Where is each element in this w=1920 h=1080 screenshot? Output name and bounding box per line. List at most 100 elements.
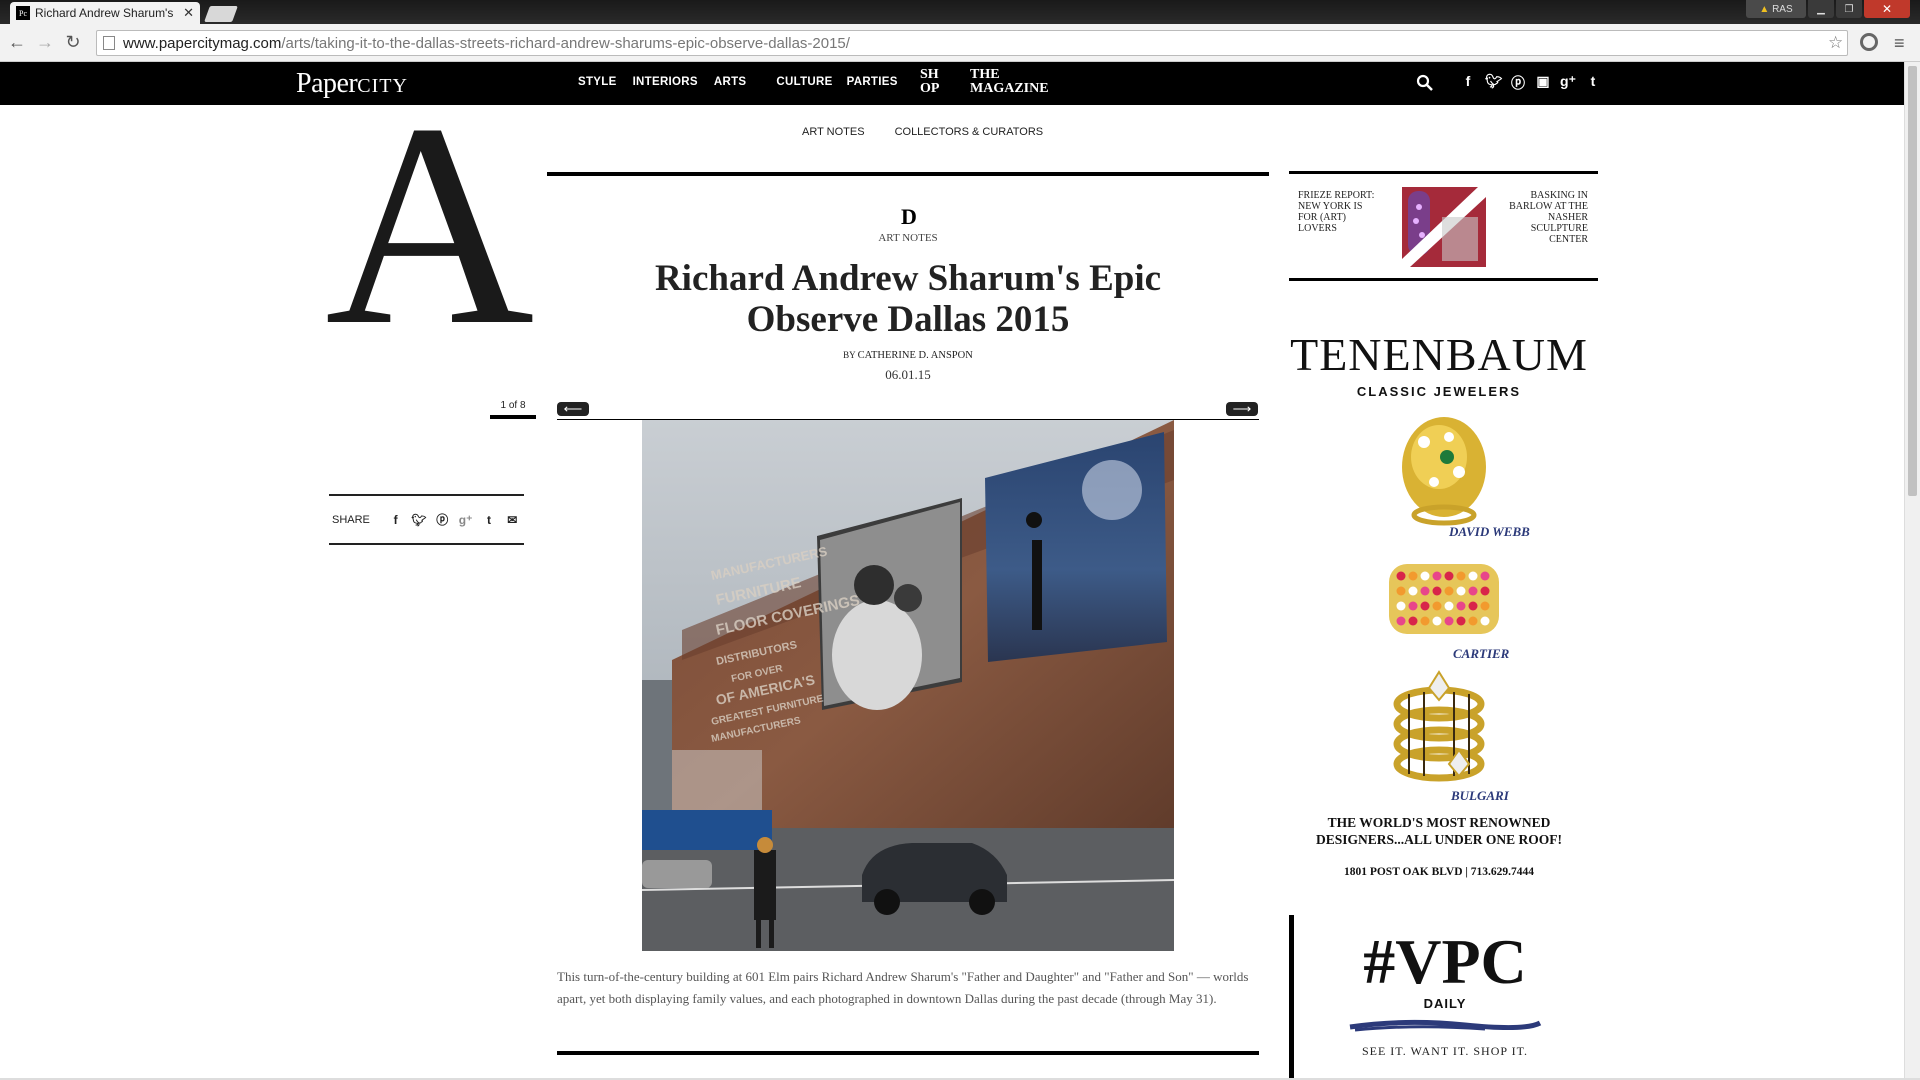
tumblr-icon[interactable]: t: [1585, 73, 1601, 93]
nav-parties[interactable]: PARTIES: [847, 76, 898, 88]
gem: [1396, 586, 1406, 596]
gem: [1480, 601, 1490, 611]
profile-name: RAS: [1772, 3, 1793, 15]
search-icon[interactable]: [1416, 74, 1434, 92]
gem: [1456, 586, 1466, 596]
slide-counter: 1 of 8: [500, 400, 526, 411]
vpc-daily-label: DAILY: [1423, 996, 1467, 1011]
browser-tab-bar: Pc Richard Andrew Sharum's ✕ ▲ RAS ▁ ❐ ✕: [0, 0, 1920, 24]
gem: [1468, 586, 1478, 596]
vpc-daily-promo[interactable]: #VPC DAILY SEE IT. WANT IT. SHOP IT.: [1300, 930, 1590, 1059]
share-facebook-icon[interactable]: f: [384, 513, 407, 527]
building-mural-photo: MANUFACTURERS FURNITURE FLOOR COVERINGS …: [642, 420, 1174, 951]
site-header: PaperCITY STYLE INTERIORS ARTS CULTURE P…: [0, 62, 1904, 105]
google-plus-icon[interactable]: g⁺: [1560, 73, 1576, 93]
gem: [1420, 616, 1430, 626]
scrollbar-thumb[interactable]: [1908, 66, 1917, 496]
gem: [1408, 616, 1418, 626]
nav-arts[interactable]: ARTS: [714, 76, 747, 88]
nav-the-magazine[interactable]: THE MAGAZINE: [970, 68, 1049, 96]
gem: [1456, 616, 1466, 626]
gem: [1468, 601, 1478, 611]
subnav-collectors-curators[interactable]: COLLECTORS & CURATORS: [895, 126, 1044, 138]
url-path: /arts/taking-it-to-the-dallas-streets-ri…: [281, 34, 850, 52]
gem: [1444, 571, 1454, 581]
twitter-icon[interactable]: 🐦︎: [1485, 73, 1503, 93]
promo-thumbnail[interactable]: [1402, 187, 1486, 267]
tab-close-icon[interactable]: ✕: [183, 5, 194, 21]
gem: [1396, 601, 1406, 611]
previous-slide-button[interactable]: ⟵: [557, 402, 589, 416]
reload-icon[interactable]: ↻: [62, 32, 84, 53]
forward-arrow-icon[interactable]: →: [34, 32, 56, 53]
back-arrow-icon[interactable]: ←: [6, 32, 28, 53]
ad-tagline-1: THE WORLD'S MOST RENOWNED: [1327, 815, 1551, 830]
city-mark: D: [901, 204, 917, 229]
promo-link-frieze[interactable]: FRIEZE REPORT: NEW YORK IS FOR (ART) LOV…: [1298, 190, 1378, 234]
gem: [1480, 586, 1490, 596]
close-window-button[interactable]: ✕: [1864, 0, 1910, 18]
nav-interiors[interactable]: INTERIORS: [633, 76, 698, 88]
article-section-label[interactable]: ART NOTES: [800, 232, 1016, 244]
brush-stroke-graphic: [1349, 1019, 1542, 1032]
nav-culture[interactable]: CULTURE: [776, 76, 832, 88]
share-twitter-icon[interactable]: 🐦︎: [407, 513, 430, 527]
browser-menu-icon[interactable]: ≡: [1894, 33, 1905, 54]
warning-icon: ▲: [1759, 3, 1770, 15]
sidebar-mid-rule: [1289, 278, 1598, 281]
ring-label-david-webb: DAVID WEBB: [1449, 524, 1530, 539]
nav-style[interactable]: STYLE: [578, 76, 617, 88]
share-email-icon[interactable]: ✉: [501, 513, 524, 527]
pinterest-icon[interactable]: ⓟ: [1510, 73, 1526, 93]
slide-counter-bar: [490, 415, 536, 419]
share-label: SHARE: [332, 513, 370, 526]
address-bar[interactable]: www.papercitymag.com/arts/taking-it-to-t…: [96, 30, 1848, 56]
bookmark-star-icon[interactable]: ☆: [1828, 33, 1843, 53]
new-tab-button[interactable]: [204, 6, 238, 22]
gem: [1468, 616, 1478, 626]
promo-image: [1402, 187, 1486, 267]
next-slide-button[interactable]: ⟶: [1226, 402, 1258, 416]
article-date: 06.01.15: [885, 367, 931, 382]
subnav-art-notes[interactable]: ART NOTES: [802, 126, 865, 138]
promo-link-nasher[interactable]: BASKING IN BARLOW AT THE NASHER SCULPTUR…: [1504, 190, 1588, 245]
vpc-rule: [1289, 915, 1294, 1078]
slide-photo[interactable]: MANUFACTURERS FURNITURE FLOOR COVERINGS …: [642, 420, 1174, 951]
gem: [1456, 601, 1466, 611]
gem: [1396, 616, 1406, 626]
browser-toolbar: ← → ↻ www.papercitymag.com/arts/taking-i…: [0, 24, 1920, 62]
gem: [1480, 616, 1490, 626]
vertical-scrollbar[interactable]: [1904, 62, 1920, 1078]
gem: [1420, 586, 1430, 596]
instagram-icon[interactable]: ▣: [1535, 73, 1551, 93]
photo-caption: This turn-of-the-century building at 601…: [557, 969, 1249, 1006]
tenenbaum-ad[interactable]: TENENBAUM CLASSIC JEWELERS DAVID WEBB CA…: [1289, 312, 1589, 912]
ad-tagline: THE WORLD'S MOST RENOWNED DESIGNERS...ALL…: [1289, 814, 1589, 848]
facebook-icon[interactable]: f: [1460, 73, 1476, 93]
favicon-icon: Pc: [16, 6, 30, 20]
ring-label-bulgari: BULGARI: [1451, 788, 1509, 803]
gem: [1396, 571, 1406, 581]
extension-icon[interactable]: [1860, 33, 1878, 51]
minimize-button[interactable]: ▁: [1808, 0, 1834, 18]
gem: [1432, 616, 1442, 626]
share-pinterest-icon[interactable]: ⓟ: [431, 511, 454, 528]
shop-line-1: SH: [920, 67, 939, 82]
byline-prefix: BY: [843, 350, 858, 360]
nav-shop[interactable]: SH OP: [920, 68, 946, 96]
section-letter: A: [325, 64, 535, 385]
browser-tab[interactable]: Pc Richard Andrew Sharum's ✕: [10, 2, 200, 24]
magazine-line-1: THE: [970, 67, 1000, 82]
gem: [1408, 601, 1418, 611]
share-tumblr-icon[interactable]: t: [477, 513, 500, 527]
gem: [1408, 586, 1418, 596]
maximize-button[interactable]: ❐: [1836, 0, 1862, 18]
gem: [1444, 586, 1454, 596]
david-webb-ring-image: [1402, 417, 1486, 526]
byline-author[interactable]: CATHERINE D. ANSPON: [858, 350, 973, 361]
share-google-plus-icon[interactable]: g⁺: [454, 513, 477, 527]
main-nav: STYLE INTERIORS ARTS CULTURE PARTIES: [578, 76, 898, 88]
profile-badge[interactable]: ▲ RAS: [1746, 0, 1806, 18]
gem: [1456, 571, 1466, 581]
article-bottom-rule: [557, 1051, 1259, 1055]
